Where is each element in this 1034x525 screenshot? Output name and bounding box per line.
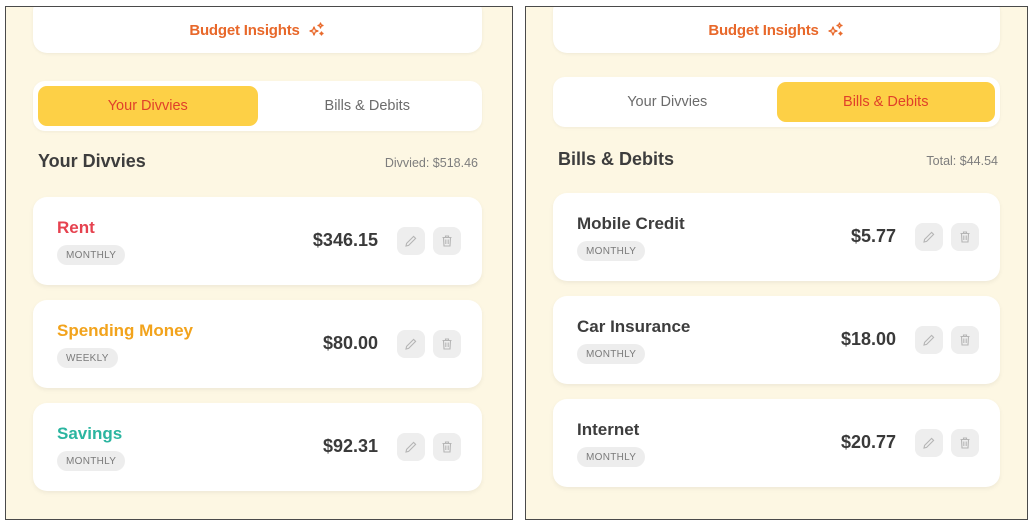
section-total: Divvied: $518.46	[384, 156, 478, 170]
edit-button[interactable]	[397, 227, 425, 255]
edit-button[interactable]	[397, 433, 425, 461]
item-name: Mobile Credit	[577, 214, 685, 233]
trash-icon	[960, 334, 970, 346]
sparkle-icon	[827, 21, 845, 39]
frequency-badge: MONTHLY	[57, 451, 126, 471]
frequency-badge: MONTHLY	[577, 241, 646, 261]
trash-icon	[442, 338, 452, 350]
item-name: Car Insurance	[577, 317, 691, 336]
divvies-panel: Budget Insights Your Divvies Bills & Deb…	[5, 6, 513, 520]
item-amount: $80.00	[322, 333, 378, 353]
edit-button[interactable]	[915, 223, 943, 251]
item-amount: $5.77	[850, 226, 896, 246]
frequency-badge: MONTHLY	[577, 447, 646, 467]
frequency-badge: WEEKLY	[57, 348, 118, 368]
tab-bills-debits[interactable]: Bills & Debits	[258, 86, 478, 126]
trash-icon	[442, 441, 452, 453]
delete-button[interactable]	[951, 326, 979, 354]
pencil-icon	[405, 338, 417, 350]
item-amount: $92.31	[322, 436, 378, 456]
sparkle-icon	[308, 21, 326, 39]
budget-insights-label: Budget Insights	[708, 21, 819, 39]
item-amount: $18.00	[840, 329, 896, 349]
budget-insights-label: Budget Insights	[189, 21, 300, 39]
edit-button[interactable]	[397, 330, 425, 358]
frequency-badge: MONTHLY	[577, 344, 646, 364]
item-name: Rent	[57, 218, 95, 237]
section-title: Your Divvies	[38, 151, 146, 171]
delete-button[interactable]	[433, 433, 461, 461]
item-name: Spending Money	[57, 321, 193, 340]
edit-button[interactable]	[915, 429, 943, 457]
pencil-icon	[405, 441, 417, 453]
budget-insights-button[interactable]: Budget Insights	[553, 7, 1000, 53]
edit-button[interactable]	[915, 326, 943, 354]
list-item[interactable]: Rent MONTHLY $346.15	[33, 197, 482, 285]
tab-bar: Your Divvies Bills & Debits	[553, 77, 1000, 127]
delete-button[interactable]	[433, 330, 461, 358]
tab-your-divvies[interactable]: Your Divvies	[558, 82, 777, 122]
section-title: Bills & Debits	[558, 149, 675, 169]
pencil-icon	[405, 235, 417, 247]
delete-button[interactable]	[951, 429, 979, 457]
list-item[interactable]: Internet MONTHLY $20.77	[553, 399, 1000, 487]
item-amount: $20.77	[840, 432, 896, 452]
item-name: Internet	[577, 420, 640, 439]
budget-insights-button[interactable]: Budget Insights	[33, 7, 482, 53]
tab-bills-debits[interactable]: Bills & Debits	[776, 82, 995, 122]
list-item[interactable]: Car Insurance MONTHLY $18.00	[553, 296, 1000, 384]
bills-panel: Budget Insights Your Divvies Bills & Deb…	[525, 6, 1028, 520]
item-name: Savings	[57, 424, 123, 443]
trash-icon	[442, 235, 452, 247]
list-item[interactable]: Spending Money WEEKLY $80.00	[33, 300, 482, 388]
pencil-icon	[923, 231, 935, 243]
item-amount: $346.15	[312, 230, 378, 250]
frequency-badge: MONTHLY	[57, 245, 126, 265]
tab-your-divvies[interactable]: Your Divvies	[38, 86, 258, 126]
pencil-icon	[923, 437, 935, 449]
section-total: Total: $44.54	[926, 154, 998, 168]
section-header: Your Divvies Divvied: $518.46	[38, 151, 478, 172]
delete-button[interactable]	[433, 227, 461, 255]
list-item[interactable]: Mobile Credit MONTHLY $5.77	[553, 193, 1000, 281]
tab-bar: Your Divvies Bills & Debits	[33, 81, 482, 131]
section-header: Bills & Debits Total: $44.54	[558, 149, 998, 170]
trash-icon	[960, 437, 970, 449]
trash-icon	[960, 231, 970, 243]
delete-button[interactable]	[951, 223, 979, 251]
pencil-icon	[923, 334, 935, 346]
list-item[interactable]: Savings MONTHLY $92.31	[33, 403, 482, 491]
